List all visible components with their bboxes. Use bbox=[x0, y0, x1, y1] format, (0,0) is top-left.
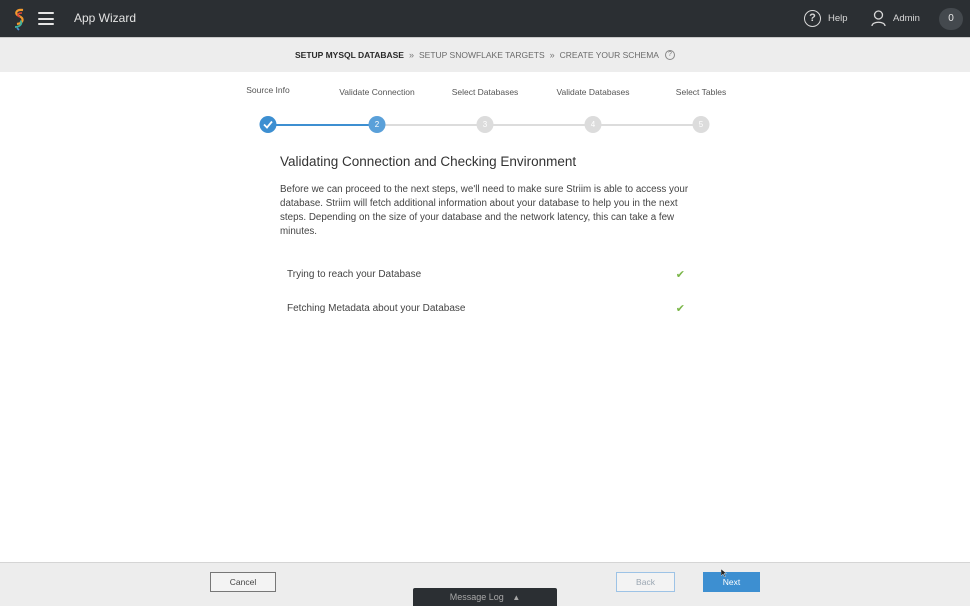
step-label-source-info: Source Info bbox=[246, 85, 290, 95]
breadcrumb-item-setup-mysql[interactable]: SETUP MYSQL DATABASE bbox=[295, 50, 404, 60]
user-menu[interactable]: Admin bbox=[871, 10, 920, 26]
success-check-icon: ✔ bbox=[675, 268, 685, 281]
next-button[interactable]: Next bbox=[703, 572, 760, 592]
breadcrumb: SETUP MYSQL DATABASE » SETUP SNOWFLAKE T… bbox=[0, 37, 970, 72]
step-3-dot: 3 bbox=[476, 116, 494, 133]
check-item-label: Fetching Metadata about your Database bbox=[287, 302, 466, 314]
help-button[interactable]: ? Help bbox=[804, 10, 848, 27]
breadcrumb-item-create-schema[interactable]: CREATE YOUR SCHEMA bbox=[560, 50, 659, 60]
success-check-icon: ✔ bbox=[675, 302, 685, 315]
step-label-select-tables: Select Tables bbox=[675, 87, 727, 97]
chevron-up-icon: ▲ bbox=[512, 593, 521, 602]
check-item-fetch-metadata: Fetching Metadata about your Database ✔ bbox=[287, 298, 685, 318]
validation-panel: Validating Connection and Checking Envir… bbox=[280, 154, 690, 239]
check-item-label: Trying to reach your Database bbox=[287, 268, 422, 280]
step-1-complete-check-icon bbox=[259, 116, 277, 133]
breadcrumb-item-setup-snowflake[interactable]: SETUP SNOWFLAKE TARGETS bbox=[419, 50, 545, 60]
breadcrumb-separator: » bbox=[549, 50, 555, 60]
step-2-dot: 2 bbox=[368, 116, 386, 133]
check-item-reach-database: Trying to reach your Database ✔ bbox=[287, 264, 685, 284]
wizard-stepper: Source Info Validate Connection Select D… bbox=[0, 80, 970, 140]
back-button[interactable]: Back bbox=[616, 572, 675, 592]
page-description: Before we can proceed to the next steps,… bbox=[280, 184, 689, 237]
striim-logo-icon[interactable] bbox=[11, 7, 27, 31]
help-icon: ? bbox=[804, 10, 821, 27]
help-label: Help bbox=[828, 13, 848, 24]
breadcrumb-help-icon[interactable]: ? bbox=[664, 50, 675, 60]
step-label-validate-databases: Validate Databases bbox=[556, 87, 630, 97]
step-label-select-databases: Select Databases bbox=[451, 87, 519, 97]
step-track-line bbox=[377, 124, 701, 126]
menu-icon[interactable] bbox=[38, 12, 54, 25]
top-bar: App Wizard ? Help Admin 0 bbox=[0, 0, 970, 37]
cancel-button[interactable]: Cancel bbox=[210, 572, 276, 592]
step-label-validate-connection: Validate Connection bbox=[339, 87, 415, 97]
app-title: App Wizard bbox=[74, 11, 137, 25]
breadcrumb-separator: » bbox=[408, 50, 414, 60]
step-progress-line bbox=[268, 124, 377, 126]
user-label: Admin bbox=[893, 12, 920, 24]
message-log-label: Message Log bbox=[449, 592, 504, 602]
user-icon bbox=[871, 10, 886, 26]
page-title: Validating Connection and Checking Envir… bbox=[280, 154, 577, 169]
notification-badge[interactable]: 0 bbox=[939, 8, 963, 30]
step-5-dot: 5 bbox=[692, 116, 710, 133]
step-4-dot: 4 bbox=[584, 116, 602, 133]
mouse-cursor-icon bbox=[721, 569, 727, 577]
message-log-toggle[interactable]: Message Log ▲ bbox=[413, 588, 557, 606]
